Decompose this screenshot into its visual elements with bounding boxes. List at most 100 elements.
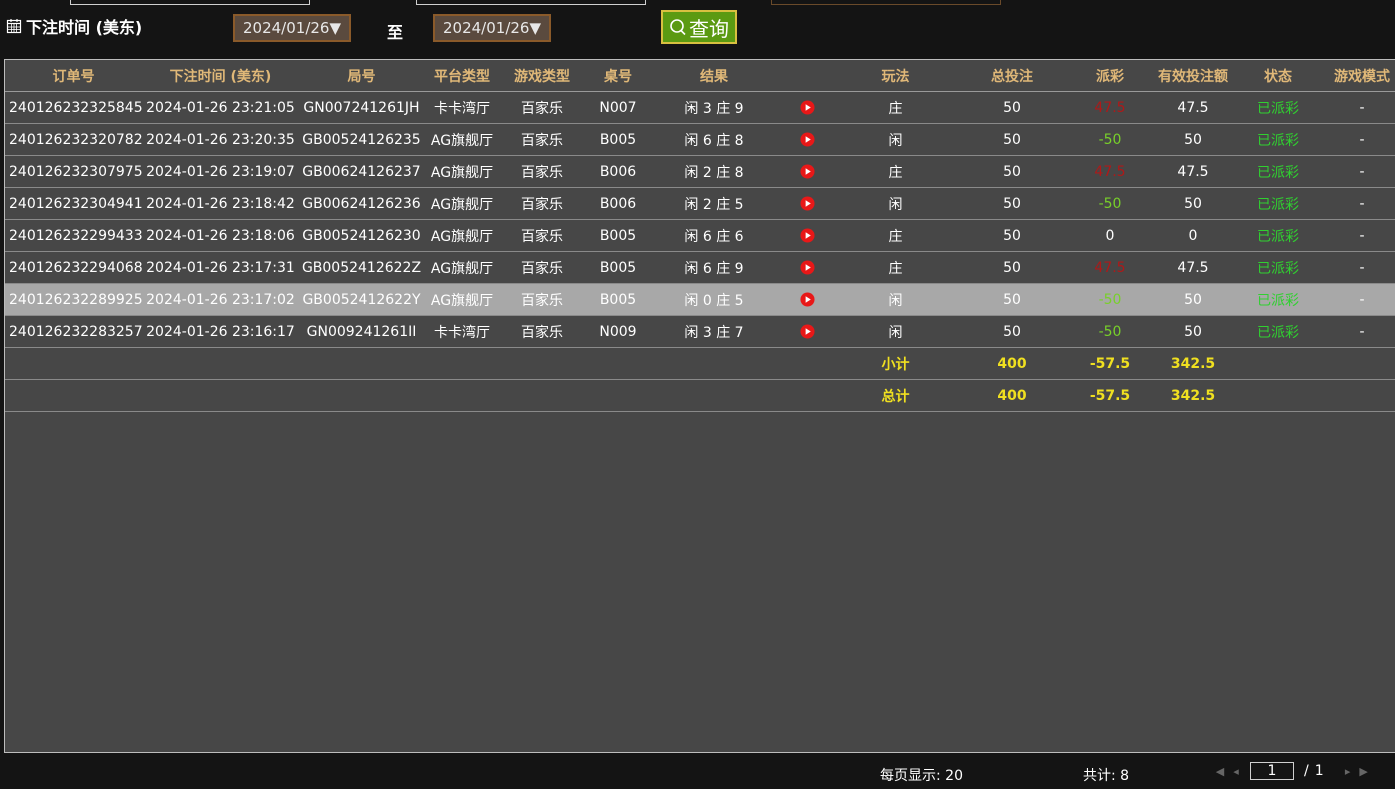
subtotal-valid: 342.5 — [1149, 347, 1237, 380]
table-row[interactable]: 240126232325845 2024-01-26 23:21:05 GN0072… — [5, 91, 1395, 124]
page-number-input[interactable] — [1250, 762, 1294, 780]
replay-cell[interactable] — [776, 187, 838, 220]
play-cell: 闲 — [838, 283, 953, 316]
total-bet-cell: 50 — [953, 315, 1071, 348]
last-page-icon[interactable]: ▶ — [1358, 765, 1370, 778]
bet-time-cell: 2024-01-26 23:16:17 — [142, 315, 299, 348]
platform-cell: AG旗舰厅 — [424, 283, 500, 316]
bet-time-cell: 2024-01-26 23:21:05 — [142, 91, 299, 124]
top-input-1[interactable] — [70, 0, 310, 5]
play-video-icon[interactable] — [799, 260, 815, 275]
valid-bet-cell: 47.5 — [1149, 91, 1237, 124]
valid-bet-cell: 50 — [1149, 187, 1237, 220]
bet-time-cell: 2024-01-26 23:17:31 — [142, 251, 299, 284]
col-header-payout: 派彩 — [1071, 60, 1149, 92]
game-type-cell: 百家乐 — [500, 91, 584, 124]
total-row: 总计 400 -57.5 342.5 — [5, 379, 1395, 412]
result-cell: 闲 6 庄 9 — [652, 251, 776, 284]
total-bet-cell: 50 — [953, 251, 1071, 284]
round-cell: GB0052412622Z — [299, 251, 424, 284]
order-cell: 240126232294068 — [5, 251, 142, 284]
replay-cell[interactable] — [776, 219, 838, 252]
query-button[interactable]: 查询 — [661, 10, 737, 44]
game-mode-cell: - — [1319, 91, 1395, 124]
play-video-icon[interactable] — [799, 292, 815, 307]
table-number-cell: B005 — [584, 123, 652, 156]
col-header-game-type: 游戏类型 — [500, 60, 584, 92]
order-cell: 240126232320782 — [5, 123, 142, 156]
col-header-order: 订单号 — [5, 60, 142, 92]
platform-cell: AG旗舰厅 — [424, 123, 500, 156]
result-cell: 闲 2 庄 8 — [652, 155, 776, 188]
status-cell: 已派彩 — [1237, 91, 1319, 124]
top-input-2[interactable] — [416, 0, 646, 5]
game-mode-cell: - — [1319, 283, 1395, 316]
table-row[interactable]: 240126232294068 2024-01-26 23:17:31 GB0052… — [5, 251, 1395, 284]
replay-cell[interactable] — [776, 155, 838, 188]
play-video-icon[interactable] — [799, 196, 815, 211]
game-type-cell: 百家乐 — [500, 315, 584, 348]
order-cell: 240126232289925 — [5, 283, 142, 316]
table-row[interactable]: 240126232299433 2024-01-26 23:18:06 GB0052… — [5, 219, 1395, 252]
game-type-cell: 百家乐 — [500, 251, 584, 284]
play-video-icon[interactable] — [799, 132, 815, 147]
table-row[interactable]: 240126232320782 2024-01-26 23:20:35 GB0052… — [5, 123, 1395, 156]
replay-cell[interactable] — [776, 251, 838, 284]
bet-record-table-panel: 订单号 下注时间 (美东) 局号 平台类型 游戏类型 桌号 结果 玩法 总投注 … — [4, 59, 1395, 753]
play-cell: 庄 — [838, 219, 953, 252]
total-label: 总计 — [838, 379, 953, 412]
table-footer: 每页显示: 20 共计: 8 ◀ ◂ / 1 ▸ ▶ — [0, 756, 1395, 789]
table-number-cell: B006 — [584, 155, 652, 188]
table-number-cell: B005 — [584, 251, 652, 284]
bet-record-page: 下注时间 (美东) 2024/01/26▼ 至 2024/01/26▼ 查询 订… — [0, 0, 1395, 789]
table-number-cell: N009 — [584, 315, 652, 348]
payout-cell: -50 — [1071, 315, 1149, 348]
play-video-icon[interactable] — [799, 228, 815, 243]
subtotal-spacer — [5, 347, 838, 380]
top-toolbar-cutoff — [0, 0, 1395, 6]
table-row[interactable]: 240126232304941 2024-01-26 23:18:42 GB0062… — [5, 187, 1395, 220]
valid-bet-cell: 50 — [1149, 283, 1237, 316]
table-row[interactable]: 240126232283257 2024-01-26 23:16:17 GN0092… — [5, 315, 1395, 348]
total-trailing — [1237, 379, 1395, 412]
game-mode-cell: - — [1319, 187, 1395, 220]
play-cell: 庄 — [838, 251, 953, 284]
start-date-select[interactable]: 2024/01/26▼ — [233, 14, 351, 42]
bet-time-cell: 2024-01-26 23:20:35 — [142, 123, 299, 156]
replay-cell[interactable] — [776, 283, 838, 316]
table-row[interactable]: 240126232289925 2024-01-26 23:17:02 GB0052… — [5, 283, 1395, 316]
next-page-icon[interactable]: ▸ — [1342, 765, 1354, 778]
end-date-select[interactable]: 2024/01/26▼ — [433, 14, 551, 42]
status-cell: 已派彩 — [1237, 123, 1319, 156]
total-bet-cell: 50 — [953, 123, 1071, 156]
replay-cell[interactable] — [776, 315, 838, 348]
first-page-icon[interactable]: ◀ — [1214, 765, 1226, 778]
total-pages: 1 — [1314, 763, 1324, 779]
play-video-icon[interactable] — [799, 164, 815, 179]
table-body: 240126232325845 2024-01-26 23:21:05 GN0072… — [5, 91, 1395, 348]
total-valid: 342.5 — [1149, 379, 1237, 412]
top-input-3[interactable] — [771, 0, 1001, 5]
result-cell: 闲 2 庄 5 — [652, 187, 776, 220]
table-row[interactable]: 240126232307975 2024-01-26 23:19:07 GB0062… — [5, 155, 1395, 188]
total-bet-cell: 50 — [953, 155, 1071, 188]
platform-cell: 卡卡湾厅 — [424, 315, 500, 348]
round-cell: GB00624126236 — [299, 187, 424, 220]
replay-cell[interactable] — [776, 91, 838, 124]
page-separator: / — [1304, 763, 1309, 779]
subtotal-payout: -57.5 — [1071, 347, 1149, 380]
round-cell: GB00524126230 — [299, 219, 424, 252]
play-video-icon[interactable] — [799, 100, 815, 115]
play-cell: 庄 — [838, 91, 953, 124]
col-header-bet-time: 下注时间 (美东) — [142, 60, 299, 92]
prev-page-icon[interactable]: ◂ — [1230, 765, 1242, 778]
bet-time-cell: 2024-01-26 23:18:06 — [142, 219, 299, 252]
payout-cell: 47.5 — [1071, 155, 1149, 188]
col-header-replay — [776, 60, 838, 92]
play-cell: 闲 — [838, 123, 953, 156]
play-video-icon[interactable] — [799, 324, 815, 339]
to-label: 至 — [387, 23, 404, 42]
replay-cell[interactable] — [776, 123, 838, 156]
round-cell: GB0052412622Y — [299, 283, 424, 316]
game-type-cell: 百家乐 — [500, 123, 584, 156]
